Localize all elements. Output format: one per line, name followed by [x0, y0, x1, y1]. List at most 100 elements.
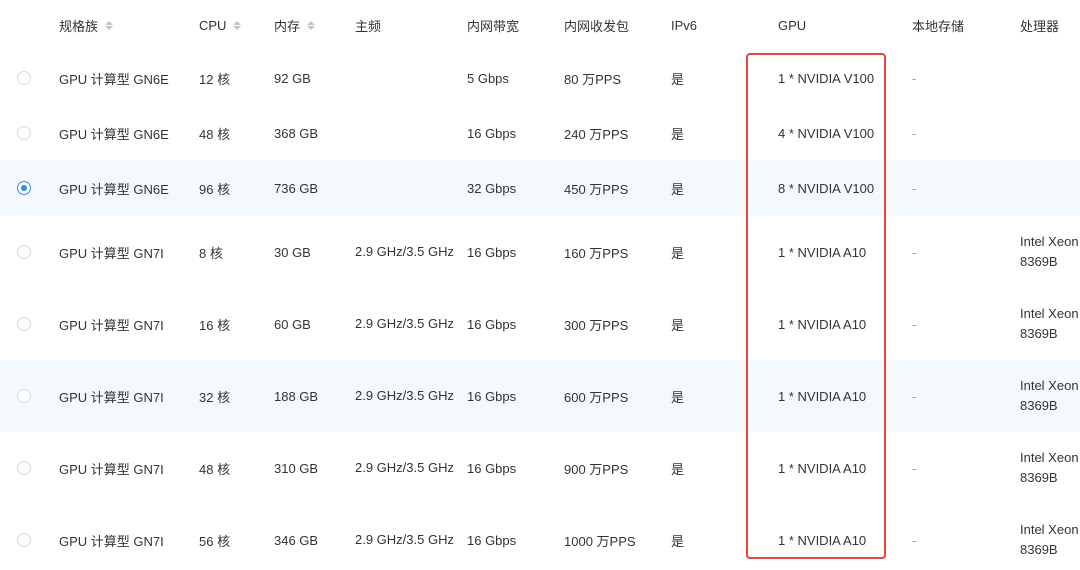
cell-gpu: 1 * NVIDIA A10: [778, 388, 867, 404]
row-select-radio[interactable]: [17, 245, 31, 259]
cell-ipv6: 是: [671, 317, 685, 333]
header-label: GPU: [778, 17, 807, 33]
row-select-radio[interactable]: [17, 533, 31, 547]
cell-freq: 2.9 GHz/3.5 GHz: [355, 244, 454, 259]
cell-freq: 2.9 GHz/3.5 GHz: [355, 388, 454, 403]
cell-freq: 2.9 GHz/3.5 GHz: [355, 316, 454, 331]
cell-cpu: 96 核: [199, 181, 231, 197]
header-label: CPU: [199, 17, 227, 33]
cell-ipv6: 是: [671, 461, 685, 477]
cell-freq: [355, 106, 460, 160]
cell-cpu: 48 核: [199, 461, 231, 477]
sort-icon[interactable]: [233, 20, 242, 30]
cell-processor: Intel Xeon 8369B: [1020, 378, 1079, 413]
table-row[interactable]: GPU 计算型 GN7I 56 核 346 GB 2.9 GHz/3.5 GHz 16 …: [0, 504, 1080, 570]
cell-processor: Intel Xeon 8369B: [1020, 450, 1079, 485]
header-processor: 处理器: [1020, 0, 1059, 50]
cell-cpu: 16 核: [199, 317, 231, 333]
table-header: 规格族 CPU 内存 主频 内网带宽 内网收发包 IPv6 GPU 本地存储 处理器: [0, 0, 1080, 50]
header-freq: 主频: [355, 0, 381, 50]
header-label: 主频: [355, 18, 382, 34]
cell-bandwidth: 16 Gbps: [467, 532, 517, 548]
table-row[interactable]: GPU 计算型 GN6E 12 核 92 GB 5 Gbps 80 万PPS 是 1 * N…: [0, 50, 1080, 106]
cell-processor: Intel Xeon 8369B: [1020, 306, 1079, 341]
header-family[interactable]: 规格族: [59, 0, 114, 50]
cell-ipv6: 是: [671, 245, 685, 261]
cell-family: GPU 计算型 GN7I: [59, 245, 164, 261]
header-cpu[interactable]: CPU: [199, 0, 242, 50]
header-gpu: GPU: [778, 0, 806, 50]
row-select-radio[interactable]: [17, 317, 31, 331]
table-row[interactable]: GPU 计算型 GN6E 96 核 736 GB 32 Gbps 450 万PPS 是 8 …: [0, 160, 1080, 216]
row-select-radio[interactable]: [17, 71, 31, 85]
header-label: 本地存储: [912, 18, 965, 34]
sort-icon[interactable]: [307, 20, 316, 30]
cell-storage: -: [912, 388, 917, 404]
table-row[interactable]: GPU 计算型 GN7I 32 核 188 GB 2.9 GHz/3.5 GHz 16 …: [0, 360, 1080, 432]
cell-gpu: 1 * NVIDIA A10: [778, 316, 867, 332]
cell-pps: 450 万PPS: [564, 181, 629, 197]
cell-freq: [355, 160, 460, 216]
row-select-radio[interactable]: [17, 126, 31, 140]
cell-ipv6: 是: [671, 181, 685, 197]
header-label: 内网收发包: [564, 18, 630, 34]
table-row[interactable]: GPU 计算型 GN7I 8 核 30 GB 2.9 GHz/3.5 GHz 16 Gb…: [0, 216, 1080, 288]
cell-gpu: 4 * NVIDIA V100: [778, 125, 875, 141]
cell-bandwidth: 32 Gbps: [467, 180, 517, 196]
cell-memory: 310 GB: [274, 460, 319, 476]
cell-gpu: 1 * NVIDIA A10: [778, 244, 867, 260]
cell-gpu: 1 * NVIDIA A10: [778, 532, 867, 548]
cell-freq: 2.9 GHz/3.5 GHz: [355, 532, 454, 547]
cell-family: GPU 计算型 GN7I: [59, 389, 164, 405]
cell-family: GPU 计算型 GN7I: [59, 533, 164, 549]
cell-ipv6: 是: [671, 389, 685, 405]
cell-memory: 736 GB: [274, 180, 319, 196]
row-select-radio[interactable]: [17, 389, 31, 403]
cell-pps: 240 万PPS: [564, 126, 629, 142]
table-row[interactable]: GPU 计算型 GN7I 48 核 310 GB 2.9 GHz/3.5 GHz 16 …: [0, 432, 1080, 504]
header-label: 内网带宽: [467, 18, 520, 34]
cell-processor: [1020, 160, 1080, 216]
row-select-radio[interactable]: [17, 181, 31, 195]
cell-bandwidth: 16 Gbps: [467, 244, 517, 260]
table-row[interactable]: GPU 计算型 GN7I 16 核 60 GB 2.9 GHz/3.5 GHz 16 G…: [0, 288, 1080, 360]
cell-pps: 1000 万PPS: [564, 533, 636, 549]
cell-pps: 900 万PPS: [564, 461, 629, 477]
header-label: 规格族: [59, 18, 99, 34]
header-storage: 本地存储: [912, 0, 964, 50]
cell-storage: -: [912, 532, 917, 548]
cell-cpu: 48 核: [199, 126, 231, 142]
cell-bandwidth: 16 Gbps: [467, 125, 517, 141]
cell-processor: Intel Xeon 8369B: [1020, 234, 1079, 269]
header-bandwidth: 内网带宽: [467, 0, 519, 50]
cell-ipv6: 是: [671, 533, 685, 549]
header-memory[interactable]: 内存: [274, 0, 316, 50]
row-select-radio[interactable]: [17, 461, 31, 475]
header-label: 内存: [274, 18, 301, 34]
cell-memory: 60 GB: [274, 316, 311, 332]
cell-family: GPU 计算型 GN6E: [59, 71, 169, 87]
cell-cpu: 8 核: [199, 245, 223, 261]
cell-pps: 80 万PPS: [564, 71, 622, 87]
cell-family: GPU 计算型 GN6E: [59, 126, 169, 142]
cell-pps: 600 万PPS: [564, 389, 629, 405]
cell-family: GPU 计算型 GN7I: [59, 317, 164, 333]
cell-bandwidth: 16 Gbps: [467, 460, 517, 476]
cell-gpu: 1 * NVIDIA V100: [778, 70, 875, 86]
instance-spec-table: 规格族 CPU 内存 主频 内网带宽 内网收发包 IPv6 GPU 本地存储 处理器 GPU 计算…: [0, 0, 1080, 570]
cell-processor: [1020, 106, 1080, 160]
cell-cpu: 32 核: [199, 389, 231, 405]
cell-storage: -: [912, 460, 917, 476]
cell-family: GPU 计算型 GN7I: [59, 461, 164, 477]
cell-bandwidth: 5 Gbps: [467, 70, 509, 86]
cell-gpu: 1 * NVIDIA A10: [778, 460, 867, 476]
sort-icon[interactable]: [105, 20, 114, 30]
cell-memory: 30 GB: [274, 244, 311, 260]
cell-cpu: 56 核: [199, 533, 231, 549]
cell-memory: 346 GB: [274, 532, 319, 548]
cell-storage: -: [912, 125, 917, 141]
header-pps: 内网收发包: [564, 0, 629, 50]
cell-storage: -: [912, 70, 917, 86]
cell-storage: -: [912, 244, 917, 260]
table-row[interactable]: GPU 计算型 GN6E 48 核 368 GB 16 Gbps 240 万PPS 是 4 …: [0, 106, 1080, 160]
